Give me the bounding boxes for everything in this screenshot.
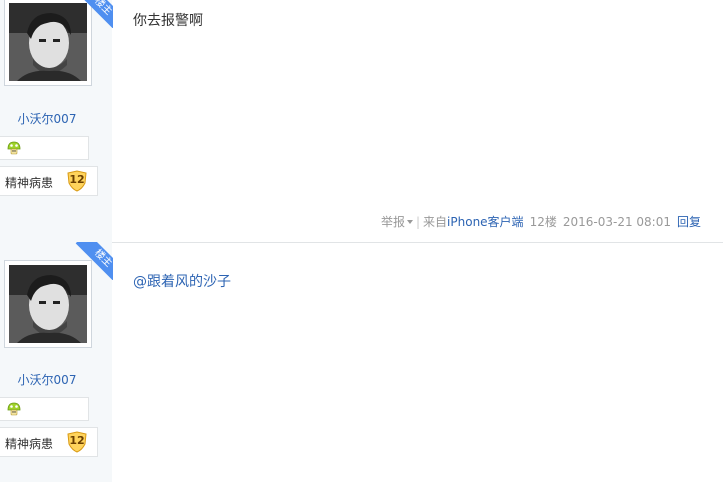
level-badge[interactable] [0,397,89,421]
post-content: 你去报警啊 [133,13,203,29]
author-sidebar: 小沃尔007 精神病患 12 [0,0,112,242]
post-tail: 举报 | 来自iPhone客户端 12楼 2016-03-21 08:01 回复 [380,215,701,229]
level-badge[interactable] [0,136,89,160]
post-12: 小沃尔007 精神病患 12 楼主 你去报警啊 举报 | 来自iPhone客户端 12… [0,0,723,242]
rank-label: 精神病患 [5,176,54,190]
username-link[interactable]: 小沃尔007 [0,110,94,127]
rank-level: 12 [69,434,85,447]
source-prefix: 来自 [423,215,448,229]
green-mushroom-icon [7,402,21,416]
post-13: 小沃尔007 精神病患 12 楼主 @跟着风的沙子 [0,242,723,482]
thread-owner-ribbon: 楼主 [75,0,113,28]
caret-down-icon [406,220,413,224]
rank-level: 12 [69,173,85,186]
rank-label: 精神病患 [5,437,54,451]
username-link[interactable]: 小沃尔007 [0,371,94,388]
rank-badge[interactable]: 精神病患 12 [0,427,98,457]
reply-button[interactable]: 回复 [677,215,701,229]
post-time: 2016-03-21 08:01 [562,215,671,229]
source-client-link[interactable]: iPhone客户端 [447,215,524,229]
green-mushroom-icon [7,141,21,155]
rank-badge[interactable]: 精神病患 12 [0,166,98,196]
report-button[interactable]: 举报 [381,215,413,229]
thread-owner-ribbon: 楼主 [75,242,113,280]
floor-number: 12楼 [529,215,557,229]
post-content-mention[interactable]: @跟着风的沙子 [133,271,231,291]
